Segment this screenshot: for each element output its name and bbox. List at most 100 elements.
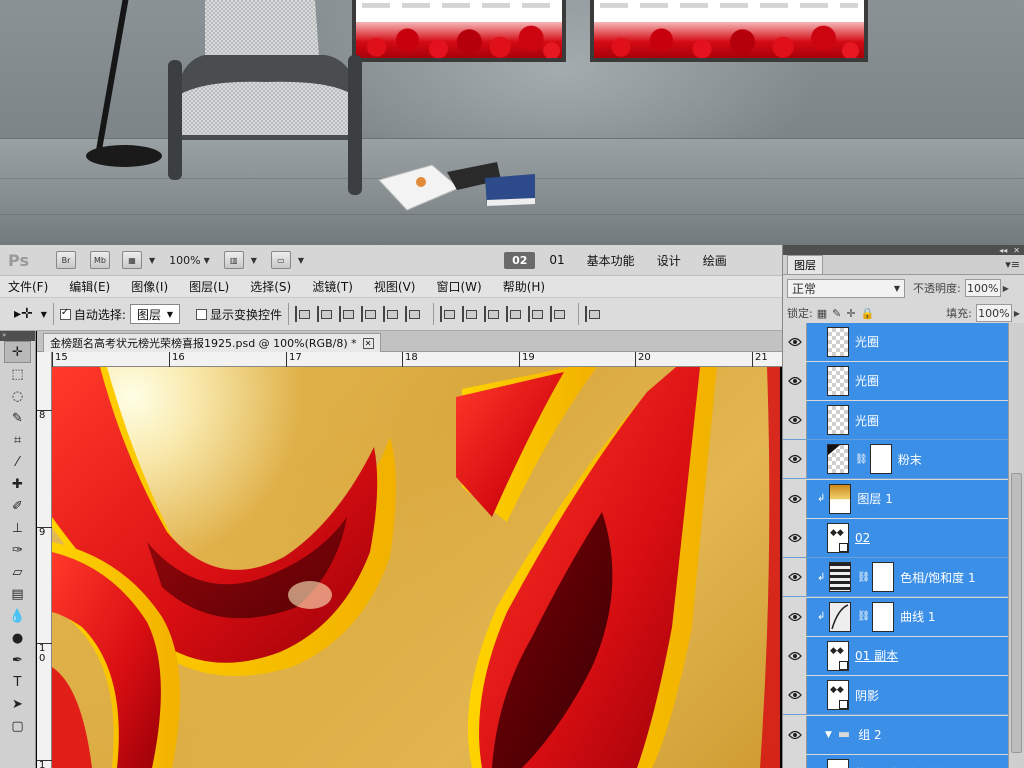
lock-all-icon[interactable]: 🔒	[861, 307, 875, 320]
show-transform-checkbox[interactable]	[195, 308, 207, 320]
brush-tool-icon[interactable]: ✐	[0, 495, 35, 517]
type-tool-icon[interactable]: T	[0, 671, 35, 693]
workspace-design-button[interactable]: 设计	[657, 252, 681, 269]
layer-row[interactable]: ↲ ⛓ 曲线 1	[783, 597, 1024, 637]
fill-field[interactable]: 100%	[975, 304, 1012, 322]
layer-row[interactable]: 光圈	[783, 323, 1024, 361]
layer-mask-thumbnail[interactable]	[869, 444, 892, 475]
distribute-left-icon[interactable]	[505, 306, 522, 322]
visibility-eye-icon[interactable]	[783, 479, 807, 518]
visibility-eye-icon[interactable]	[783, 558, 807, 597]
align-bottom-icon[interactable]	[338, 306, 355, 322]
layer-row[interactable]: 光圈	[783, 361, 1024, 401]
workspace-02-button[interactable]: 02	[504, 251, 536, 269]
menu-help[interactable]: 帮助(H)	[503, 278, 545, 295]
layer-row[interactable]: ⛓ 粉末	[783, 440, 1024, 479]
link-icon[interactable]: ⛓	[857, 572, 870, 583]
blur-tool-icon[interactable]: 💧	[0, 605, 35, 627]
distribute-right-icon[interactable]	[549, 306, 566, 322]
align-hcenter-icon[interactable]	[382, 306, 399, 322]
close-icon[interactable]: ✕	[362, 337, 374, 349]
menu-layer[interactable]: 图层(L)	[189, 278, 229, 295]
lock-transparency-icon[interactable]: ▦	[817, 307, 827, 320]
menu-view[interactable]: 视图(V)	[374, 278, 416, 295]
layer-row[interactable]: ◆◆ ▣ 阴影	[783, 676, 1024, 715]
lock-pixels-icon[interactable]: ✎	[832, 307, 841, 320]
screen-mode-dropdown[interactable]: ▭ ▼	[270, 251, 304, 269]
move-tool-icon[interactable]: ✛	[4, 341, 31, 363]
align-top-icon[interactable]	[294, 306, 311, 322]
link-icon[interactable]: ⛓	[855, 454, 868, 465]
chevron-right-icon[interactable]: ▶	[1003, 284, 1009, 293]
panel-menu-icon[interactable]: ▾≡	[1005, 258, 1020, 271]
move-tool-preset-picker[interactable]: ▸✛	[14, 306, 33, 322]
visibility-eye-icon[interactable]	[783, 754, 807, 768]
collapse-panel-icon[interactable]: ◂◂	[999, 246, 1007, 255]
layer-row[interactable]: ▼ ▬ 组 2	[783, 715, 1024, 754]
auto-select-checkbox[interactable]	[59, 307, 71, 320]
lasso-tool-icon[interactable]: ◌	[0, 385, 35, 407]
layer-mask-thumbnail[interactable]	[872, 601, 895, 632]
blend-mode-dropdown[interactable]: 正常 ▼	[787, 278, 905, 298]
auto-align-layers-icon[interactable]	[584, 306, 601, 322]
document-canvas[interactable]	[52, 367, 780, 768]
distribute-bottom-icon[interactable]	[483, 306, 500, 322]
align-left-icon[interactable]	[360, 306, 377, 322]
menu-select[interactable]: 选择(S)	[250, 278, 291, 295]
menu-filter[interactable]: 滤镜(T)	[312, 278, 353, 295]
shape-tool-icon[interactable]: ▢	[0, 715, 35, 737]
visibility-eye-icon[interactable]	[783, 440, 807, 479]
dodge-tool-icon[interactable]: ●	[0, 627, 35, 649]
crop-tool-icon[interactable]: ⌗	[0, 429, 35, 451]
gradient-tool-icon[interactable]: ▤	[0, 583, 35, 605]
visibility-eye-icon[interactable]	[783, 519, 807, 557]
visibility-eye-icon[interactable]	[783, 676, 807, 715]
layers-scrollbar[interactable]	[1008, 323, 1024, 768]
distribute-vcenter-icon[interactable]	[461, 306, 478, 322]
quick-selection-tool-icon[interactable]: ✎	[0, 407, 35, 429]
menu-image[interactable]: 图像(I)	[131, 278, 168, 295]
visibility-eye-icon[interactable]	[783, 715, 807, 754]
align-vcenter-icon[interactable]	[316, 306, 333, 322]
layer-row[interactable]: 光圈	[783, 401, 1024, 440]
layer-row[interactable]: ↲ 图层 1	[783, 479, 1024, 519]
visibility-eye-icon[interactable]	[783, 401, 807, 440]
eraser-tool-icon[interactable]: ▱	[0, 561, 35, 583]
history-brush-tool-icon[interactable]: ✑	[0, 539, 35, 561]
distribute-top-icon[interactable]	[439, 306, 456, 322]
bridge-button[interactable]: Br	[56, 251, 76, 269]
visibility-eye-icon[interactable]	[783, 323, 807, 361]
menu-file[interactable]: 文件(F)	[8, 278, 48, 295]
auto-select-dropdown[interactable]: 图层 ▼	[129, 304, 180, 324]
distribute-hcenter-icon[interactable]	[527, 306, 544, 322]
menu-window[interactable]: 窗口(W)	[436, 278, 481, 295]
arrange-documents-dropdown[interactable]: ▥ ▼	[223, 251, 257, 269]
visibility-eye-icon[interactable]	[783, 636, 807, 675]
layer-row[interactable]: ↲ ⛓ 色相/饱和度 1	[783, 558, 1024, 597]
lock-position-icon[interactable]: ✛	[846, 307, 855, 320]
menu-edit[interactable]: 编辑(E)	[69, 278, 110, 295]
healing-brush-tool-icon[interactable]: ✚	[0, 473, 35, 495]
scrollbar-thumb[interactable]	[1011, 473, 1022, 753]
link-icon[interactable]: ⛓	[857, 611, 870, 622]
align-right-icon[interactable]	[404, 306, 421, 322]
visibility-eye-icon[interactable]	[783, 361, 807, 400]
layer-row[interactable]: ◆◆ ▣ 01 副本	[783, 636, 1024, 676]
marquee-tool-icon[interactable]: ⬚	[0, 363, 35, 385]
layer-mask-thumbnail[interactable]	[872, 562, 895, 593]
visibility-eye-icon[interactable]	[783, 597, 807, 636]
zoom-level-dropdown[interactable]: 100% ▼	[169, 254, 210, 267]
tools-collapse-icon[interactable]: »	[0, 331, 35, 341]
workspace-paint-button[interactable]: 绘画	[703, 252, 727, 269]
view-extras-dropdown[interactable]: ▦ ▼	[122, 251, 155, 269]
document-tab[interactable]: 金榜题名高考状元榜光荣榜喜报1925.psd @ 100%(RGB/8) * ✕	[43, 333, 381, 352]
clone-stamp-tool-icon[interactable]: ⊥	[0, 517, 35, 539]
chevron-right-icon[interactable]: ▶	[1014, 309, 1020, 318]
pen-tool-icon[interactable]: ✒	[0, 649, 35, 671]
layer-row[interactable]: T热烈祝贺 我国第一...	[783, 754, 1024, 768]
opacity-field[interactable]: 100%	[964, 279, 1001, 297]
mini-bridge-button[interactable]: Mb	[90, 251, 110, 269]
close-icon[interactable]: ✕	[1013, 246, 1020, 255]
workspace-basic-button[interactable]: 基本功能	[587, 252, 635, 269]
workspace-01-button[interactable]: 01	[549, 253, 564, 267]
